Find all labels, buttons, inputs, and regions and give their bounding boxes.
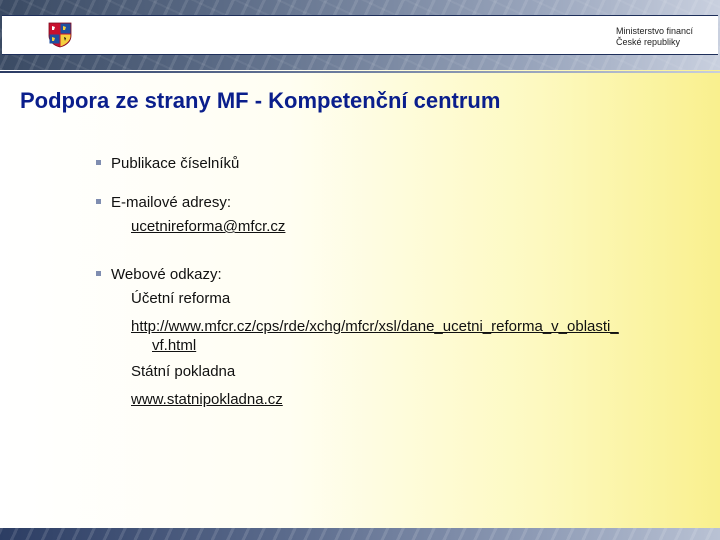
bullet-marker-icon <box>96 198 101 204</box>
bullet-label: Publikace číselníků <box>111 155 240 172</box>
slide-content: Publikace číselníků E-mailové adresy: uc… <box>0 0 720 540</box>
email-link[interactable]: ucetnireforma@mfcr.cz <box>131 218 285 235</box>
statnipokladna-link[interactable]: www.statnipokladna.cz <box>131 391 283 408</box>
mfcr-url-line1[interactable]: http://www.mfcr.cz/cps/rde/xchg/mfcr/xsl… <box>131 318 619 335</box>
bullet-emails: E-mailové adresy: <box>96 194 231 211</box>
bottom-banner <box>0 528 720 540</box>
accounting-reform-label: Účetní reforma <box>131 290 231 307</box>
bullet-publications: Publikace číselníků <box>96 155 239 172</box>
state-treasury-label: Státní pokladna <box>131 363 236 380</box>
bullet-marker-icon <box>96 270 101 276</box>
bullet-marker-icon <box>96 159 101 165</box>
bullet-label: Webové odkazy: <box>111 266 222 283</box>
bullet-web-links: Webové odkazy: <box>96 266 222 283</box>
mfcr-url-link[interactable]: http://www.mfcr.cz/cps/rde/xchg/mfcr/xsl… <box>131 318 619 335</box>
mfcr-url-link-continued[interactable]: vf.html <box>152 337 196 354</box>
bullet-label: E-mailové adresy: <box>111 194 232 211</box>
